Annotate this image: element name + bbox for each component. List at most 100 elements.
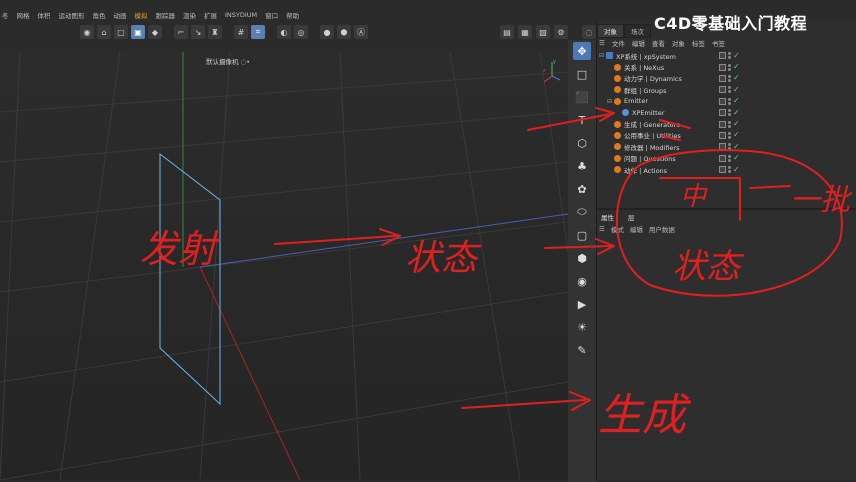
render-view-icon[interactable]: ▤	[500, 25, 514, 39]
menu-bookmarks[interactable]: 书签	[712, 38, 725, 48]
panel-divider[interactable]	[597, 208, 856, 210]
visibility-flags[interactable]: ✓	[719, 74, 740, 82]
object-tree-row[interactable]: 群组 | Groups ✓	[597, 84, 856, 95]
menu-item[interactable]: 跟踪器	[156, 10, 176, 20]
expander-icon[interactable]: ⊟	[607, 98, 614, 105]
render-settings-icon[interactable]: ⚙	[554, 25, 568, 39]
enabled-check-icon[interactable]: ✓	[733, 154, 740, 162]
menu-edit[interactable]: 编辑	[632, 38, 645, 48]
enabled-check-icon[interactable]: ✓	[733, 165, 740, 174]
enabled-check-icon[interactable]: ✓	[733, 142, 740, 151]
visibility-dots-icon[interactable]	[728, 143, 731, 151]
environment-icon[interactable]: ◉	[573, 272, 591, 290]
object-name[interactable]: 生成 | Generators	[624, 119, 680, 129]
scene-icon[interactable]: ⬢	[573, 249, 591, 267]
line-icon[interactable]: ⌐	[174, 25, 188, 39]
object-tree-row[interactable]: 动力学 | Dynamics ✓	[597, 73, 856, 84]
object-tree-row[interactable]: 修改器 | Modifiers ✓	[597, 141, 856, 152]
hex-icon[interactable]: ⬢	[337, 25, 351, 39]
menu-item[interactable]: 模拟	[135, 10, 148, 20]
attr-menu-mode[interactable]: 模式	[611, 224, 624, 234]
snap-icon[interactable]: ⌗	[251, 25, 265, 39]
subdivision-icon[interactable]: ⬡	[573, 134, 591, 152]
visibility-flags[interactable]: ✓	[719, 165, 740, 174]
object-name[interactable]: 动作 | Actions	[624, 165, 667, 175]
tag-icon[interactable]: ▢	[573, 226, 591, 244]
object-tree-row[interactable]: 生成 | Generators ✓	[597, 118, 856, 129]
sphere-icon[interactable]: ●	[320, 25, 334, 39]
menu-tags[interactable]: 标签	[692, 38, 705, 48]
attr-menu-edit[interactable]: 编辑	[630, 224, 643, 234]
3d-viewport[interactable]	[0, 52, 568, 480]
menu-item[interactable]: INSYDIUM	[225, 11, 257, 19]
primitive-cube-icon[interactable]: ⬛	[573, 88, 591, 106]
menu-item[interactable]: 渲染	[183, 10, 196, 20]
visibility-flags[interactable]: ✓	[719, 142, 740, 151]
deformer-icon[interactable]: ✿	[573, 180, 591, 198]
enabled-check-icon[interactable]: ✓	[733, 131, 740, 139]
tab-attributes[interactable]: 属性	[597, 212, 618, 222]
menu-item[interactable]: 帮助	[286, 10, 299, 20]
object-tree-row[interactable]: ⊟ XP系统 | xpSystem ✓	[597, 50, 856, 61]
visibility-dots-icon[interactable]	[728, 166, 731, 174]
camera-label[interactable]: 默认摄像机 ◌•	[206, 56, 250, 66]
camera-icon[interactable]: ▶	[573, 295, 591, 313]
layer-box-icon[interactable]	[719, 143, 726, 151]
menu-item[interactable]: 角色	[93, 10, 106, 20]
tab-takes[interactable]: 场次	[624, 24, 651, 38]
tab-layers[interactable]: 层	[624, 212, 639, 222]
layer-box-icon[interactable]	[719, 109, 726, 117]
visibility-flags[interactable]: ✓	[719, 154, 740, 162]
visibility-flags[interactable]: ✓	[719, 108, 740, 117]
visibility-flags[interactable]: ✓	[719, 51, 740, 60]
render-picture-icon[interactable]: ▧	[536, 25, 550, 39]
axis-icon[interactable]: ↘	[191, 25, 205, 39]
layer-box-icon[interactable]	[719, 131, 726, 139]
enabled-check-icon[interactable]: ✓	[733, 97, 740, 105]
object-name[interactable]: Emitter	[624, 97, 648, 105]
object-mode-icon[interactable]: ◆	[148, 25, 162, 39]
render-region-icon[interactable]: ▦	[518, 25, 532, 39]
lock-icon[interactable]: ♜	[208, 25, 222, 39]
object-name[interactable]: XP系统 | xpSystem	[616, 51, 676, 61]
live-select-icon[interactable]: ◉	[80, 25, 94, 39]
visibility-flags[interactable]: ✓	[719, 120, 740, 128]
visibility-dots-icon[interactable]	[728, 131, 731, 139]
object-name[interactable]: XPEmitter	[632, 109, 664, 117]
menu-item[interactable]: 冬	[2, 10, 9, 20]
layer-box-icon[interactable]	[719, 120, 726, 128]
cube-icon[interactable]: □	[573, 65, 591, 83]
a-icon[interactable]: Ⓐ	[354, 25, 368, 39]
enabled-check-icon[interactable]: ✓	[733, 85, 740, 94]
cloner-icon[interactable]: ♣	[573, 157, 591, 175]
visibility-flags[interactable]: ✓	[719, 97, 740, 105]
target-icon[interactable]: ◎	[294, 25, 308, 39]
layer-box-icon[interactable]	[719, 63, 726, 71]
object-tree-row[interactable]: 关系 | NeXus ✓	[597, 61, 856, 72]
object-name[interactable]: 关系 | NeXus	[624, 62, 664, 72]
object-tree-row[interactable]: 动作 | Actions ✓	[597, 164, 856, 175]
enabled-check-icon[interactable]: ✓	[733, 120, 740, 128]
enable-icon[interactable]: ◐	[277, 25, 291, 39]
menu-view[interactable]: 查看	[652, 38, 665, 48]
layer-box-icon[interactable]	[719, 74, 726, 82]
object-name[interactable]: 群组 | Groups	[624, 85, 667, 95]
object-tree-row[interactable]: ⊟ Emitter ✓	[597, 96, 856, 107]
object-name[interactable]: 修改器 | Modifiers	[624, 142, 680, 152]
hamburger-icon[interactable]: ☰	[599, 225, 605, 233]
layer-box-icon[interactable]	[719, 52, 726, 60]
field-icon[interactable]: ⬭	[573, 203, 591, 221]
enabled-check-icon[interactable]: ✓	[733, 51, 740, 60]
menu-item[interactable]: 窗口	[265, 10, 278, 20]
menu-object[interactable]: 对象	[672, 38, 685, 48]
cube-select-icon[interactable]: ▢	[114, 25, 128, 39]
layer-box-icon[interactable]	[719, 97, 726, 105]
object-tree-row[interactable]: 问题 | Questions ✓	[597, 153, 856, 164]
menu-item[interactable]: 扩展	[204, 10, 217, 20]
light-icon[interactable]: ☀	[573, 318, 591, 336]
enabled-check-icon[interactable]: ✓	[733, 74, 740, 82]
enabled-check-icon[interactable]: ✓	[733, 63, 740, 71]
model-mode-icon[interactable]: ▣	[131, 25, 145, 39]
expander-icon[interactable]: ⊟	[599, 52, 606, 59]
tab-objects[interactable]: 对象	[597, 24, 624, 38]
